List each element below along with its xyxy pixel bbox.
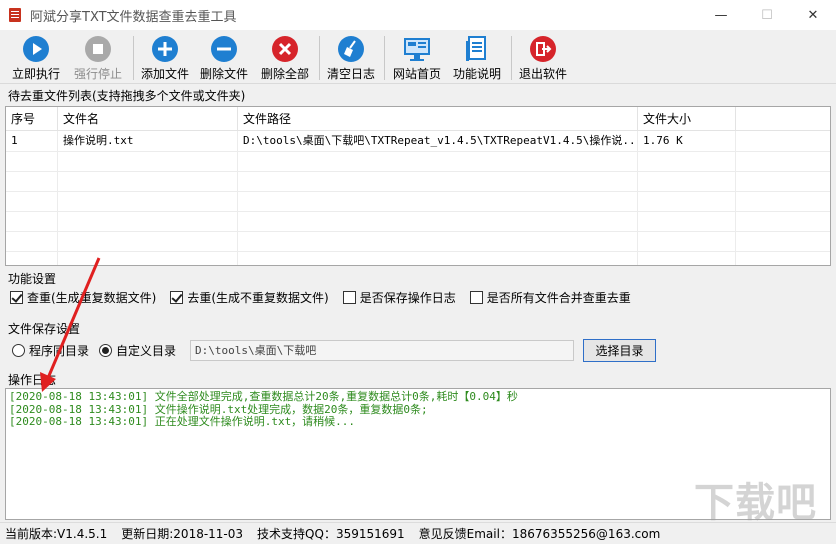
checkbox-merge-files[interactable] (469, 291, 483, 304)
toolbar-separator (319, 36, 320, 80)
column-header-filename[interactable]: 文件名 (58, 107, 238, 131)
checkbox-save-log[interactable] (342, 291, 356, 304)
window-controls: — ☐ ✕ (698, 0, 836, 30)
minus-icon (209, 34, 239, 63)
log-line: [2020-08-18 13:43:01] 正在处理文件操作说明.txt，请稍候… (9, 415, 356, 428)
cell-path: D:\tools\桌面\下载吧\TXTRepeat_v1.4.5\TXTRepe… (243, 134, 638, 147)
option-save-log[interactable]: 是否保存操作日志 (342, 289, 456, 306)
file-table[interactable]: 序号 文件名 文件路径 文件大小 1 操作说明.txt D:\tools\桌面\… (5, 106, 831, 266)
exit-icon (528, 34, 558, 63)
add-file-button[interactable]: 添加文件 (141, 34, 189, 82)
grid-line (6, 191, 830, 192)
log-line: [2020-08-18 13:43:01] 文件全部处理完成,查重数据总计20条… (9, 390, 518, 403)
stop-icon (83, 34, 113, 63)
toolbar-separator (511, 36, 512, 80)
window-title: 阿斌分享TXT文件数据查重去重工具 (30, 9, 237, 25)
column-header-empty (736, 107, 830, 131)
toolbar-separator (384, 36, 385, 80)
status-version: 当前版本:V1.4.5.1 (5, 527, 108, 541)
option-program-dir[interactable]: 程序同目录 (12, 342, 89, 359)
help-button[interactable]: 功能说明 (453, 34, 501, 82)
monitor-icon (402, 34, 432, 63)
file-list-title: 待去重文件列表(支持拖拽多个文件或文件夹) (8, 89, 246, 103)
save-settings-title: 文件保存设置 (8, 322, 81, 336)
option-custom-dir[interactable]: 自定义目录 (99, 342, 176, 359)
status-bar: 当前版本:V1.4.5.1 更新日期:2018-11-03 技术支持QQ：359… (0, 522, 836, 544)
features-title: 功能设置 (8, 272, 57, 286)
log-title: 操作日志 (8, 373, 57, 387)
clear-log-button[interactable]: 清空日志 (327, 34, 375, 82)
save-location-options: 程序同目录 自定义目录 (12, 342, 186, 359)
radio-custom-dir[interactable] (99, 344, 113, 357)
checkbox-remove-duplicates[interactable] (170, 291, 184, 304)
status-feedback-email: 意见反馈Email：18676355256@163.com (418, 527, 661, 541)
play-icon (21, 34, 51, 63)
homepage-button[interactable]: 网站首页 (393, 34, 441, 82)
document-icon (462, 34, 492, 63)
title-bar: 阿斌分享TXT文件数据查重去重工具 — ☐ ✕ (0, 0, 836, 30)
grid-line (6, 211, 830, 212)
cell-index: 1 (11, 134, 18, 147)
close-circle-icon (270, 34, 300, 63)
toolbar-separator (133, 36, 134, 80)
minimize-button[interactable]: — (698, 0, 744, 30)
option-merge-files[interactable]: 是否所有文件合并查重去重 (469, 289, 631, 306)
grid-line (6, 231, 830, 232)
checkbox-find-duplicates[interactable] (10, 291, 23, 304)
cell-filename: 操作说明.txt (63, 134, 134, 147)
grid-line (6, 151, 830, 152)
toolbar: 立即执行 强行停止 添加文件 删除文件 删除全部 清空日志 网站首页 功能说明 … (0, 30, 836, 84)
exit-button[interactable]: 退出软件 (519, 34, 567, 82)
status-support-qq: 技术支持QQ：359151691 (257, 527, 405, 541)
column-header-index[interactable]: 序号 (6, 107, 58, 131)
cell-size: 1.76 K (643, 134, 683, 147)
column-header-size[interactable]: 文件大小 (638, 107, 736, 131)
plus-icon (150, 34, 180, 63)
directory-field[interactable]: D:\tools\桌面\下载吧 (190, 340, 574, 361)
grid-line (6, 251, 830, 252)
delete-file-button[interactable]: 删除文件 (200, 34, 248, 82)
maximize-button[interactable]: ☐ (744, 0, 790, 30)
grid-line (6, 171, 830, 172)
radio-program-dir[interactable] (12, 344, 25, 357)
delete-all-button[interactable]: 删除全部 (261, 34, 309, 82)
execute-button[interactable]: 立即执行 (12, 34, 60, 82)
status-update-date: 更新日期:2018-11-03 (121, 527, 244, 541)
column-header-path[interactable]: 文件路径 (238, 107, 638, 131)
broom-icon (336, 34, 366, 63)
feature-options: 查重(生成重复数据文件) 去重(生成不重复数据文件) 是否保存操作日志 是否所有… (10, 289, 645, 306)
option-remove-duplicates[interactable]: 去重(生成不重复数据文件) (170, 289, 329, 306)
app-icon (9, 8, 21, 22)
choose-directory-button[interactable]: 选择目录 (583, 339, 656, 362)
stop-button[interactable]: 强行停止 (74, 34, 122, 82)
option-find-duplicates[interactable]: 查重(生成重复数据文件) (10, 289, 156, 306)
watermark: 下载吧 (694, 480, 817, 526)
close-button[interactable]: ✕ (790, 0, 836, 30)
